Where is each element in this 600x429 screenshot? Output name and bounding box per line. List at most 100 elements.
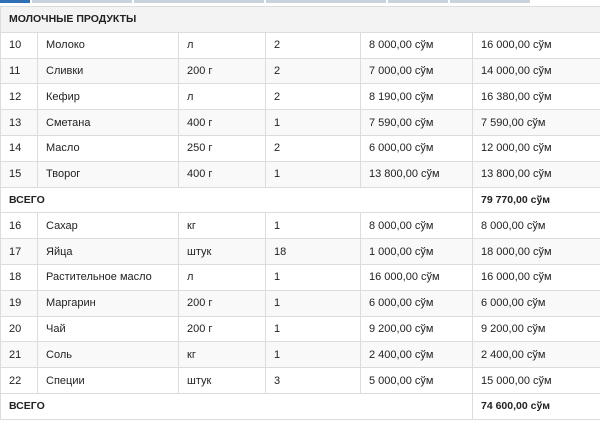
section-title: МОЛОЧНЫЕ ПРОДУКТЫ: [0, 6, 600, 33]
sum-cell: 16 380,00 сўм: [471, 83, 600, 111]
unit-cell: 200 г: [178, 57, 266, 85]
quantity-cell: 1: [265, 212, 361, 240]
price-cell: 2 400,00 сўм: [360, 341, 473, 369]
total-row: ВСЕГО 74 600,00 сўм: [0, 392, 600, 420]
row-number-cell: 12: [0, 83, 38, 111]
row-number-cell: 19: [0, 289, 38, 317]
sum-cell: 18 000,00 сўм: [471, 238, 600, 265]
sum-cell: 16 000,00 сўм: [471, 31, 600, 59]
product-name-cell: Масло: [37, 134, 179, 162]
unit-cell: 200 г: [178, 315, 266, 343]
sum-cell: 9 200,00 сўм: [471, 315, 600, 343]
unit-cell: кг: [178, 341, 266, 369]
row-number-cell: 13: [0, 109, 38, 136]
price-cell: 7 590,00 сўм: [360, 109, 473, 136]
table-row: 16 Сахар кг 1 8 000,00 сўм 8 000,00 сўм: [0, 212, 600, 240]
quantity-cell: 1: [265, 315, 361, 343]
table-row: 17 Яйца штук 18 1 000,00 сўм 18 000,00 сўм: [0, 238, 600, 265]
sum-cell: 7 590,00 сўм: [471, 109, 600, 136]
products-table-wrapper: МОЛОЧНЫЕ ПРОДУКТЫ 10 Молоко л 2 8 000,00 сўм…: [0, 6, 600, 420]
product-name-cell: Чай: [37, 315, 179, 343]
sum-cell: 14 000,00 сўм: [471, 57, 600, 85]
table-row: 12 Кефир л 2 8 190,00 сўм 16 380,00 сўм: [0, 83, 600, 111]
quantity-cell: 2: [265, 57, 361, 85]
price-cell: 6 000,00 сўм: [360, 134, 473, 162]
table-row: 11 Сливки 200 г27 000,00 сўм 14 000,00 сўм: [0, 57, 600, 85]
product-name-cell: Яйца: [37, 238, 179, 265]
tab-divider: [134, 0, 264, 3]
total-row: ВСЕГО 79 770,00 сўм: [0, 186, 600, 214]
unit-cell: л: [178, 263, 266, 291]
price-cell: 7 000,00 сўм: [360, 57, 473, 85]
products-table: МОЛОЧНЫЕ ПРОДУКТЫ 10 Молоко л 2 8 000,00 сўм…: [0, 6, 600, 420]
table-row: 18 Растительное масло л 1 16 000,00 сўм 16 00…: [0, 263, 600, 291]
row-number-cell: 20: [0, 315, 38, 343]
row-number-cell: 21: [0, 341, 38, 369]
quantity-cell: 1: [265, 263, 361, 291]
quantity-cell: 3: [265, 367, 361, 394]
row-number-cell: 14: [0, 134, 38, 162]
quantity-cell: 1: [265, 109, 361, 136]
table-row: 19 Маргарин 200 г16 000,00 сўм 6 000,00 сўм: [0, 289, 600, 317]
tab-divider: [32, 0, 132, 3]
product-name-cell: Соль: [37, 341, 179, 369]
product-name-cell: Растительное масло: [37, 263, 179, 291]
price-cell: 8 000,00 сўм: [360, 31, 473, 59]
tab-divider: [388, 0, 448, 3]
unit-cell: л: [178, 83, 266, 111]
unit-cell: 250 г: [178, 134, 266, 162]
product-name-cell: Сахар: [37, 212, 179, 240]
sum-cell: 2 400,00 сўм: [471, 341, 600, 369]
quantity-cell: 2: [265, 31, 361, 59]
product-name-cell: Кефир: [37, 83, 179, 111]
price-cell: 13 800,00 сўм: [360, 160, 473, 188]
price-cell: 1 000,00 сўм: [360, 238, 473, 265]
row-number-cell: 15: [0, 160, 38, 188]
sum-cell: 6 000,00 сўм: [471, 289, 600, 317]
quantity-cell: 1: [265, 341, 361, 369]
price-cell: 6 000,00 сўм: [360, 289, 473, 317]
quantity-cell: 18: [265, 238, 361, 265]
row-number-cell: 22: [0, 367, 38, 394]
quantity-cell: 2: [265, 134, 361, 162]
product-name-cell: Творог: [37, 160, 179, 188]
price-cell: 5 000,00 сўм: [360, 367, 473, 394]
sum-cell: 15 000,00 сўм: [471, 367, 600, 394]
price-cell: 9 200,00 сўм: [360, 315, 473, 343]
section-header-row: МОЛОЧНЫЕ ПРОДУКТЫ: [0, 6, 600, 33]
sum-cell: 16 000,00 сўм: [471, 263, 600, 291]
price-cell: 16 000,00 сўм: [360, 263, 473, 291]
table-row: 15 Творог 400 г 1 13 800,00 сўм 13 800,00 сўм: [0, 160, 600, 188]
price-cell: 8 000,00 сўм: [360, 212, 473, 240]
unit-cell: кг: [178, 212, 266, 240]
tab-divider: [266, 0, 386, 3]
table-row: 14 Масло 250 г26 000,00 сўм 12 000,00 сўм: [0, 134, 600, 162]
total-label: ВСЕГО: [0, 392, 473, 420]
product-name-cell: Сметана: [37, 109, 179, 136]
row-number-cell: 16: [0, 212, 38, 240]
product-name-cell: Сливки: [37, 57, 179, 85]
table-row: 20 Чай 200 г19 200,00 сўм 9 200,00 сўм: [0, 315, 600, 343]
quantity-cell: 1: [265, 160, 361, 188]
unit-cell: 400 г: [178, 109, 266, 136]
table-row: 13 Сметана 400 г17 590,00 сўм 7 590,00 сўм: [0, 109, 600, 136]
row-number-cell: 17: [0, 238, 38, 265]
unit-cell: л: [178, 31, 266, 59]
product-name-cell: Маргарин: [37, 289, 179, 317]
table-row: 21 Соль кг 1 2 400,00 сўм 2 400,00 сўм: [0, 341, 600, 369]
unit-cell: штук: [178, 238, 266, 265]
row-number-cell: 10: [0, 31, 38, 59]
unit-cell: 400 г: [178, 160, 266, 188]
unit-cell: штук: [178, 367, 266, 394]
row-number-cell: 18: [0, 263, 38, 291]
price-cell: 8 190,00 сўм: [360, 83, 473, 111]
total-value: 79 770,00 сўм: [471, 186, 600, 214]
quantity-cell: 1: [265, 289, 361, 317]
active-tab-indicator: [0, 0, 30, 3]
tab-divider: [450, 0, 530, 3]
table-row: 22 Специи штук 3 5 000,00 сўм 15 000,00 сўм: [0, 367, 600, 394]
sum-cell: 12 000,00 сўм: [471, 134, 600, 162]
sum-cell: 13 800,00 сўм: [471, 160, 600, 188]
total-label: ВСЕГО: [0, 186, 473, 214]
total-value: 74 600,00 сўм: [471, 392, 600, 420]
